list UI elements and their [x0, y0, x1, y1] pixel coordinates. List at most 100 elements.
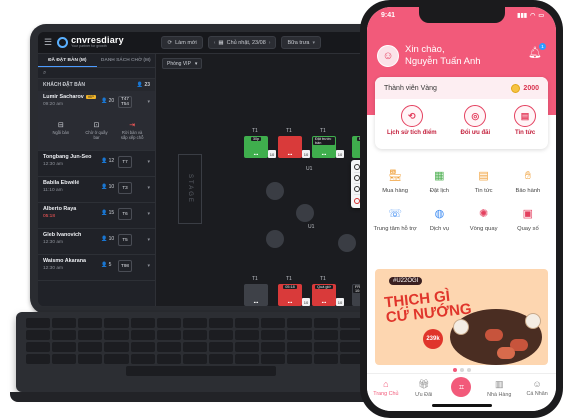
guest-name: Babila Ebwélé — [43, 180, 80, 186]
feature-label: Quay số — [517, 226, 539, 232]
reservation-row[interactable]: Alberto Raya 05:18 👤 15 T6 ▾ — [38, 203, 155, 229]
table-green[interactable]: Đặt trước bàn ••• 10 — [312, 136, 344, 158]
chevron-left-icon[interactable]: ‹ — [214, 40, 216, 46]
nav-store[interactable]: ▥ Nhà Hàng — [482, 379, 516, 398]
round-table[interactable] — [338, 234, 356, 252]
feature-wheel[interactable]: ✺ Vòng quay — [462, 205, 506, 233]
status-bar: 9:41 ▮▮▮ ◠ ▭ — [381, 12, 544, 19]
nav-label: Cá Nhân — [526, 391, 548, 397]
keyboard-base — [10, 392, 380, 402]
dots-icon: ••• — [253, 152, 259, 157]
pagination-dot[interactable] — [466, 368, 471, 372]
section-header: KHÁCH ĐẶT BÀN 👤 23 — [38, 79, 155, 91]
key — [313, 354, 338, 364]
table-badge[interactable]: T5 — [118, 234, 132, 246]
key — [130, 342, 155, 352]
table-red[interactable]: ••• 10 — [278, 136, 310, 158]
chevron-down-icon[interactable]: ▾ — [147, 99, 150, 105]
key — [287, 330, 312, 340]
reservation-list: Lumir Sacharov VIP 09:20 am 👤 20 T47 T54 ▾ ⊟ Ng… — [38, 91, 155, 281]
table-badge[interactable]: T98 — [118, 260, 132, 272]
nav-user[interactable]: ☺ Cá Nhân — [520, 379, 554, 397]
chevron-right-icon[interactable]: › — [269, 40, 271, 46]
table-badge[interactable]: T47 T54 — [118, 96, 132, 108]
key — [208, 342, 234, 352]
news-icon: ▤ — [514, 105, 537, 127]
nav-scan[interactable]: ⌗ — [444, 377, 478, 397]
chevron-down-icon: ▾ — [312, 39, 315, 46]
key — [235, 330, 260, 340]
refresh-button[interactable]: ⟳ Làm mới — [161, 36, 203, 49]
feature-shop[interactable]: 🏪︎ Mua hàng — [373, 167, 417, 195]
dots-icon: ••• — [253, 300, 259, 305]
key — [287, 342, 312, 352]
refresh-label: Làm mới — [175, 39, 197, 46]
chevron-down-icon[interactable]: ▾ — [147, 159, 150, 165]
chevron-down-icon[interactable]: ▾ — [147, 263, 150, 269]
feature-slot[interactable]: ▣ Quay số — [506, 205, 550, 233]
avatar[interactable]: ☺ — [377, 45, 399, 67]
room-select[interactable]: Phòng VIP ▾ — [162, 58, 203, 69]
table-gray[interactable]: ••• — [244, 284, 268, 306]
reservation-row[interactable]: Lumir Sacharov VIP 09:20 am 👤 20 T47 T54 ▾ ⊟ Ng… — [38, 91, 155, 151]
notification-badge: 1 — [539, 43, 546, 50]
quick-action-news[interactable]: ▤ Tin tức — [514, 105, 537, 136]
round-table[interactable] — [266, 230, 284, 248]
table-badge[interactable]: T6 — [118, 208, 132, 220]
quick-action-history[interactable]: ⟲ Lịch sử tích điểm — [387, 105, 437, 136]
feature-support[interactable]: ☏ Trung tâm hỗ trợ — [373, 205, 417, 233]
feature-warranty[interactable]: ✋︎ Bảo hành — [506, 167, 550, 195]
nav-label: Trang Chủ — [373, 391, 399, 397]
row-action[interactable]: ⇥ Rời bàn và sắp xếp chỗ — [118, 121, 146, 140]
key — [313, 342, 338, 352]
people-icon: 👤 — [101, 236, 108, 242]
feature-calendar[interactable]: ▦ Đặt lịch — [417, 167, 461, 195]
table-badge[interactable]: T7 — [118, 156, 132, 168]
feature-label: Tin tức — [474, 188, 493, 194]
store-icon: ▥ — [495, 379, 504, 389]
row-action[interactable]: ⊡ Chờ ở quầy bar — [82, 121, 110, 140]
search-bar[interactable]: ⌕ — [38, 68, 155, 79]
reservation-row[interactable]: Gleb Ivanovich 12:30 am 👤 10 T5 ▾ — [38, 229, 155, 255]
tab-waitlist[interactable]: DANH SÁCH CHỜ (M) — [97, 54, 156, 67]
reservation-time: 12:30 am — [43, 162, 64, 167]
reservation-row[interactable]: Waismo Akarana 12:30 am 👤 5 T98 ▾ — [38, 255, 155, 281]
nav-home[interactable]: ⌂ Trang Chủ — [369, 379, 403, 397]
pagination-dot[interactable] — [452, 368, 457, 372]
bell-icon[interactable]: 🔔︎ 1 — [528, 43, 546, 59]
promo-banner[interactable]: #U22OGI THỊCH GÌ CỨ NƯỚNG 239k — [375, 269, 548, 365]
feature-globe[interactable]: ◍ Dịch vụ — [417, 205, 461, 233]
nav-gift[interactable]: 🎁︎ Ưu Đãi — [407, 379, 441, 398]
reservation-row[interactable]: Babila Ebwélé 11:10 am 👤 10 T3 ▾ — [38, 177, 155, 203]
quick-action-redeem[interactable]: ◎ Đổi ưu đãi — [461, 105, 490, 136]
key — [52, 342, 77, 352]
points-value: 2000 — [523, 84, 539, 92]
menu-icon[interactable]: ☰ — [44, 38, 52, 47]
table-green[interactable]: 30p ••• 10 — [244, 136, 276, 158]
row-actions: ⊟ Ngồi bàn ⊡ Chờ ở quầy bar ⇥ Rời bàn và sắp … — [43, 121, 150, 140]
reservation-row[interactable]: Tongbang Jun-Seo 12:30 am 👤 12 T7 ▾ — [38, 151, 155, 177]
home-icon: ⌂ — [383, 379, 389, 389]
pagination-dot[interactable] — [459, 368, 464, 372]
feature-news[interactable]: ▤ Tin tức — [462, 167, 506, 195]
chevron-down-icon[interactable]: ▾ — [147, 185, 150, 191]
table-capacity: 10 — [268, 150, 276, 158]
action-icon: ⇥ — [129, 122, 136, 129]
shift-select[interactable]: Bữa trưa ▾ — [281, 36, 321, 49]
search-icon[interactable]: ⌕ — [43, 70, 46, 77]
table-red[interactable]: 05:18 ••• 10 — [278, 284, 310, 306]
chevron-down-icon[interactable]: ▾ — [147, 211, 150, 217]
table-badge[interactable]: T3 — [118, 182, 132, 194]
dots-icon: ••• — [321, 300, 327, 305]
chevron-down-icon[interactable]: ▾ — [147, 237, 150, 243]
key — [235, 354, 260, 364]
key — [104, 330, 129, 340]
row-action[interactable]: ⊟ Ngồi bàn — [47, 121, 75, 140]
date-picker[interactable]: ‹ ▦ Chủ nhật, 23/08 › — [207, 36, 277, 49]
table-red[interactable]: Quá giờ ••• 10 — [312, 284, 344, 306]
table-label: T1 — [286, 128, 292, 134]
round-table[interactable] — [266, 182, 284, 200]
tab-reserved[interactable]: ĐÃ ĐẶT BÀN (M) — [38, 54, 97, 67]
round-table[interactable] — [296, 204, 314, 222]
guest-count: 👤 12 — [101, 158, 115, 164]
